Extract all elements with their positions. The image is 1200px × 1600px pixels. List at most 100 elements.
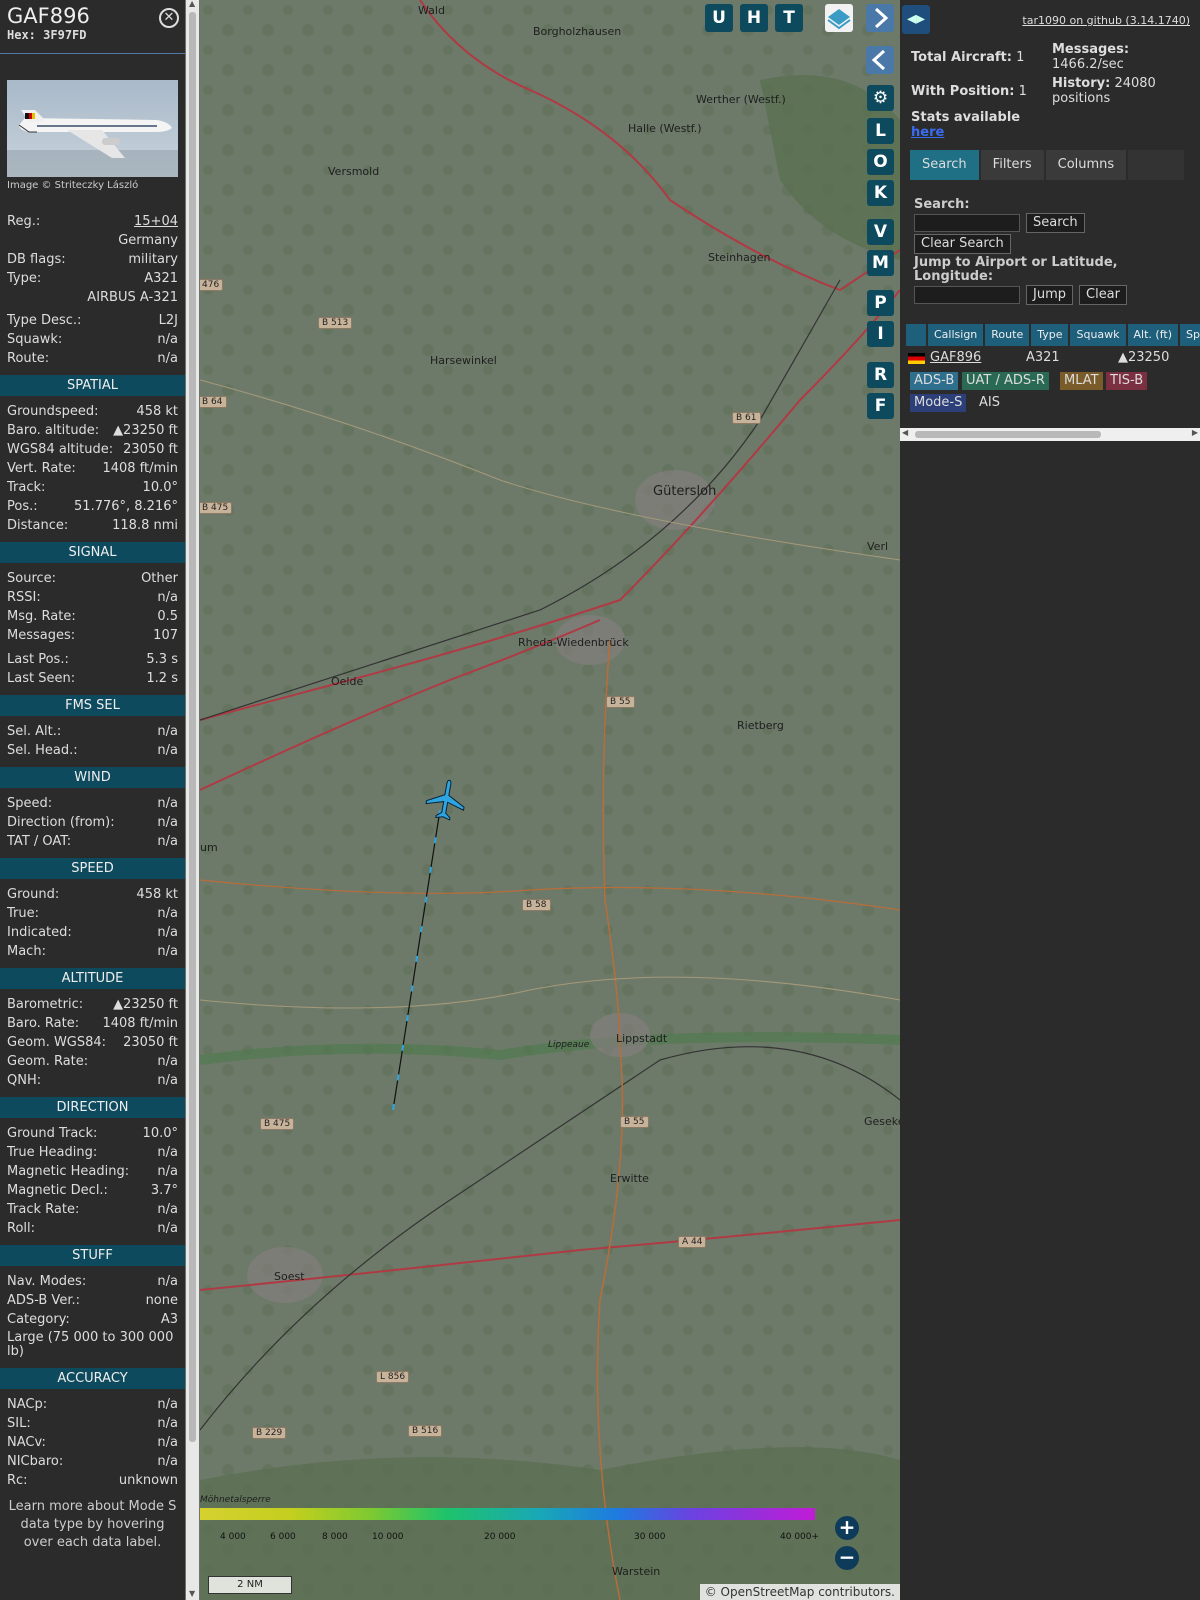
info-row: Roll: n/a: [7, 1219, 178, 1238]
layers-icon[interactable]: [825, 4, 853, 32]
column-flag[interactable]: [906, 324, 926, 346]
road-badge: A 44: [678, 1236, 707, 1248]
road-badge: B 61: [732, 412, 761, 424]
tab-filters[interactable]: Filters: [980, 150, 1044, 180]
map-button-l[interactable]: L: [867, 118, 894, 144]
clear-button[interactable]: Clear: [1079, 285, 1127, 305]
aircraft-photo[interactable]: [7, 80, 178, 177]
with-position-value: 1: [1018, 84, 1027, 99]
table-row[interactable]: GAF896 A321 ▲23250: [906, 350, 1169, 368]
map-button-r[interactable]: R: [867, 362, 894, 388]
jump-button[interactable]: Jump: [1026, 285, 1073, 305]
column-speed[interactable]: Spd: [1180, 324, 1200, 346]
place-label: Soest: [274, 1270, 305, 1283]
colorbar-label: 40 000+: [780, 1532, 820, 1542]
with-position-label: With Position:: [911, 84, 1015, 99]
source-chip[interactable]: AIS: [975, 394, 1004, 412]
colorbar-label: 10 000: [372, 1532, 404, 1542]
expand-collapse-icon[interactable]: ◂▸: [902, 5, 930, 34]
scrollbar-thumb[interactable]: [189, 12, 196, 1442]
hscroll-thumb[interactable]: [915, 431, 1101, 438]
info-label: Mach:: [7, 944, 46, 959]
column-type[interactable]: Type: [1031, 324, 1069, 346]
info-value: n/a: [157, 743, 178, 758]
source-chip[interactable]: MLAT: [1060, 372, 1103, 390]
info-value: 118.8 nmi: [112, 518, 178, 533]
zoom-in-button[interactable]: +: [835, 1516, 859, 1540]
section-header: ALTITUDE: [0, 968, 185, 989]
version-link[interactable]: tar1090 on github (3.14.1740): [1022, 14, 1190, 27]
row-type: A321: [1026, 350, 1060, 365]
section-header: FMS SEL: [0, 695, 185, 716]
section-header: ACCURACY: [0, 1368, 185, 1389]
aircraft-icon[interactable]: [424, 778, 468, 822]
close-icon[interactable]: ✕: [159, 8, 179, 28]
section-rows: Source: Other RSSI: n/a Msg. Rate: 0.5 Message…: [0, 569, 185, 688]
gear-icon[interactable]: ⚙: [867, 85, 894, 111]
source-chip[interactable]: Mode-S: [910, 394, 967, 412]
section-header: STUFF: [0, 1245, 185, 1266]
map-attribution[interactable]: © OpenStreetMap contributors.: [699, 1584, 900, 1600]
info-label: Speed:: [7, 796, 53, 811]
map-button-h[interactable]: H: [740, 4, 768, 32]
place-label: Rheda-Wiedenbrück: [518, 636, 629, 649]
info-value: A321: [144, 271, 178, 286]
tab-search[interactable]: Search: [910, 150, 979, 180]
column-altitude[interactable]: Alt. (ft): [1127, 324, 1178, 346]
section-header: WIND: [0, 767, 185, 788]
map-button-f[interactable]: F: [867, 393, 894, 419]
map-button-m[interactable]: M: [867, 250, 894, 276]
info-label: True Heading:: [7, 1145, 98, 1160]
scroll-up-icon[interactable]: ▲: [189, 0, 195, 8]
category-note: Large (75 000 to 300 000 lb): [7, 1330, 174, 1359]
zoom-out-button[interactable]: −: [835, 1546, 859, 1570]
sidebar-scrollbar[interactable]: ▲ ▼: [186, 0, 199, 1600]
search-input[interactable]: [914, 214, 1020, 232]
aircraft-list-panel: ◂▸ tar1090 on github (3.14.1740) Total A…: [900, 0, 1200, 1600]
info-value: n/a: [157, 834, 178, 849]
info-label: RSSI:: [7, 590, 41, 605]
info-label: Last Pos.:: [7, 652, 69, 667]
tab-blank[interactable]: [1128, 150, 1185, 180]
map-button-v[interactable]: V: [867, 219, 894, 245]
scroll-right-icon[interactable]: ▶: [1192, 428, 1198, 437]
map-button-o[interactable]: O: [867, 149, 894, 175]
map-view[interactable]: Wald Borgholzhausen Werther (Westf.) Hal…: [200, 0, 900, 1600]
chevron-right-icon[interactable]: [866, 4, 894, 32]
info-row: TAT / OAT: n/a: [7, 832, 178, 851]
source-chip[interactable]: ADS-B: [910, 372, 959, 390]
info-row: Nav. Modes: n/a: [7, 1272, 178, 1291]
column-route[interactable]: Route: [985, 324, 1030, 346]
info-row: DB flags: military: [7, 250, 178, 269]
scroll-left-icon[interactable]: ◀: [902, 428, 908, 437]
map-button-p[interactable]: P: [867, 290, 894, 316]
map-button-u[interactable]: U: [705, 4, 733, 32]
source-chip[interactable]: TIS-B: [1106, 372, 1148, 390]
column-callsign[interactable]: Callsign: [928, 324, 984, 346]
search-button[interactable]: Search: [1026, 213, 1085, 233]
place-label: Warstein: [612, 1565, 661, 1578]
info-value[interactable]: 15+04: [134, 212, 178, 231]
clear-search-button[interactable]: Clear Search: [914, 234, 1011, 254]
info-value: n/a: [157, 724, 178, 739]
info-label: Geom. Rate:: [7, 1054, 89, 1069]
column-squawk[interactable]: Squawk: [1070, 324, 1126, 346]
row-callsign[interactable]: GAF896: [930, 350, 1026, 368]
stats-link[interactable]: here: [911, 125, 944, 140]
tab-columns[interactable]: Columns: [1045, 150, 1127, 180]
source-chip[interactable]: UAT / ADS-R: [962, 372, 1049, 390]
total-aircraft-value: 1: [1016, 50, 1025, 65]
scroll-down-icon[interactable]: ▼: [189, 1589, 195, 1598]
info-value: n/a: [157, 1274, 178, 1289]
info-label: Vert. Rate:: [7, 461, 76, 476]
table-horizontal-scrollbar[interactable]: ◀ ▶: [900, 428, 1200, 441]
map-button-i[interactable]: I: [867, 321, 894, 347]
map-button-t[interactable]: T: [775, 4, 803, 32]
info-row: Vert. Rate: 1408 ft/min: [7, 459, 178, 478]
map-button-k[interactable]: K: [867, 180, 894, 206]
chevron-left-icon[interactable]: [866, 46, 894, 74]
road-badge: B 513: [318, 317, 353, 329]
info-value: 458 kt: [136, 887, 178, 902]
info-label: Ground:: [7, 887, 60, 902]
jump-input[interactable]: [914, 286, 1020, 304]
